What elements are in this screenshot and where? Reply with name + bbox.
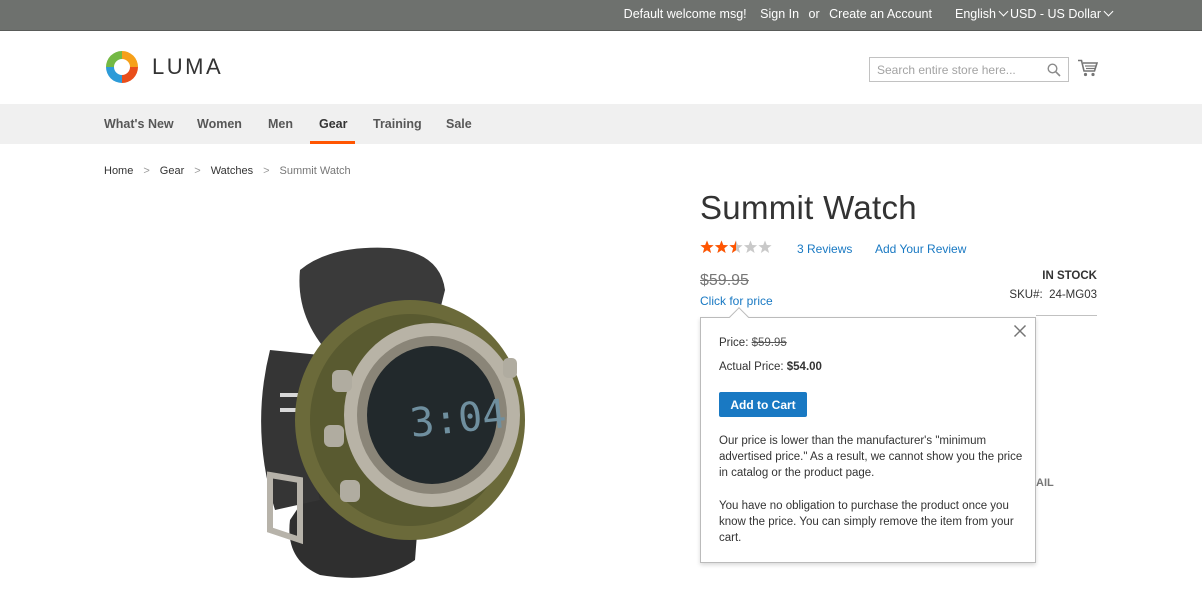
popup-arrow [729,307,749,327]
reviews-link[interactable]: 3 Reviews [797,242,852,256]
sku: SKU#: 24-MG03 [1009,289,1097,301]
chevron-down-icon [998,6,1009,17]
language-switcher[interactable]: English [955,6,1009,21]
nav-item-whats-new[interactable]: What's New [104,117,174,131]
search-box[interactable] [869,57,1069,82]
close-icon[interactable] [1013,324,1027,338]
old-price: $59.95 [700,272,749,289]
rating-stars [700,240,772,253]
nav-item-sale[interactable]: Sale [446,117,472,131]
breadcrumb-separator: > [263,165,270,177]
language-label: English [955,7,996,21]
logo-text[interactable]: LUMA [152,54,223,80]
header-links: Default welcome msg! Sign In or Create a… [624,7,932,21]
main-navigation: What's New Women Men Gear Training Sale [0,104,1202,144]
popup-actual-price: Actual Price: $54.00 [719,361,822,373]
map-price-popup: Price: $59.95 Actual Price: $54.00 Add t… [700,307,1036,563]
breadcrumb-home[interactable]: Home [104,165,133,177]
nav-item-men[interactable]: Men [268,117,293,131]
search-input[interactable] [870,58,1045,81]
create-account-link[interactable]: Create an Account [829,7,932,21]
cart-icon[interactable] [1078,59,1098,77]
sku-value: 24-MG03 [1049,289,1097,301]
partial-text: AIL [1036,477,1054,489]
popup-paragraph-1: Our price is lower than the manufacturer… [719,435,1023,479]
sku-label: SKU#: [1009,289,1043,301]
popup-paragraph-2: You have no obligation to purchase the p… [719,500,1014,544]
nav-item-training[interactable]: Training [373,117,422,131]
nav-item-gear[interactable]: Gear [319,117,348,131]
luma-logo-icon[interactable] [104,49,140,85]
currency-label: USD - US Dollar [1010,7,1101,21]
or-text: or [808,7,820,21]
product-image[interactable]: 3:04 [240,240,540,590]
popup-actual-price-label: Actual Price: [719,361,784,373]
breadcrumb-current: Summit Watch [279,165,351,177]
stock-status: IN STOCK [1042,270,1097,282]
breadcrumb-gear[interactable]: Gear [160,165,184,177]
search-icon[interactable] [1047,63,1061,77]
nav-item-women[interactable]: Women [197,117,242,131]
sign-in-link[interactable]: Sign In [760,7,799,21]
top-bar: Default welcome msg! Sign In or Create a… [0,0,1202,31]
nav-active-indicator [310,141,355,144]
breadcrumb-watches[interactable]: Watches [211,165,253,177]
add-review-link[interactable]: Add Your Review [875,242,966,256]
add-to-cart-button[interactable]: Add to Cart [719,392,807,417]
popup-price-label: Price: [719,337,749,349]
welcome-message: Default welcome msg! [623,7,747,21]
product-title: Summit Watch [700,189,917,226]
breadcrumb-separator: > [143,165,150,177]
divider [1036,315,1097,316]
popup-price: Price: $59.95 [719,337,787,349]
chevron-down-icon [1103,6,1114,17]
popup-actual-price-value: $54.00 [786,361,822,373]
click-for-price-link[interactable]: Click for price [700,294,773,308]
currency-switcher[interactable]: USD - US Dollar [1010,6,1114,21]
popup-price-value: $59.95 [751,337,787,349]
breadcrumb-separator: > [194,165,201,177]
breadcrumb: Home > Gear > Watches > Summit Watch [104,165,351,177]
